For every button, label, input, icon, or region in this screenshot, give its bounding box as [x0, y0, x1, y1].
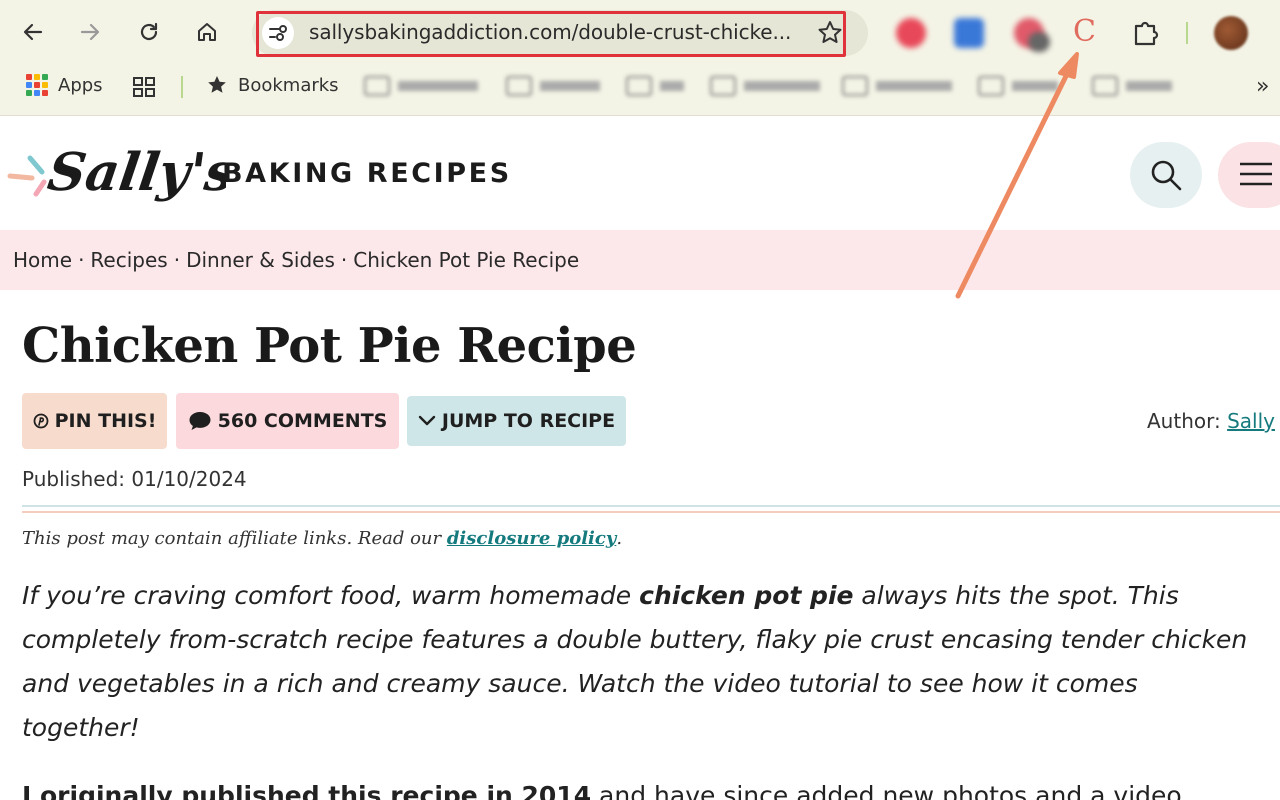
logo-wordmark[interactable]: BAKING RECIPES — [222, 158, 512, 189]
folder-icon — [842, 76, 868, 96]
bookmarks-overflow-icon[interactable]: » — [1256, 74, 1269, 99]
tab-groups-icon[interactable] — [132, 76, 156, 98]
bookmark-folder[interactable] — [710, 76, 820, 96]
para2-text: and have since added new photos and a vi… — [599, 781, 1182, 800]
toolbar-divider — [1186, 22, 1188, 44]
breadcrumb-home[interactable]: Home — [13, 248, 72, 272]
comments-label: 560 COMMENTS — [217, 410, 388, 432]
breadcrumb-recipes[interactable]: Recipes — [90, 248, 167, 272]
back-icon[interactable] — [15, 14, 51, 50]
reload-icon[interactable] — [131, 14, 167, 50]
comments-button[interactable]: 560 COMMENTS — [176, 393, 399, 449]
bookmarks-label: Bookmarks — [238, 74, 339, 96]
site-search-button[interactable] — [1130, 142, 1202, 208]
author-line: Author: Sally — [1147, 409, 1275, 433]
forward-icon[interactable] — [72, 14, 108, 50]
home-icon[interactable] — [189, 14, 225, 50]
chevron-down-icon — [418, 415, 436, 426]
bookmark-bookmarks[interactable]: Bookmarks — [206, 74, 339, 96]
intro-paragraph: If you’re craving comfort food, warm hom… — [22, 574, 1258, 750]
divider — [22, 505, 1280, 507]
disclosure-policy-link[interactable]: disclosure policy — [447, 528, 616, 549]
apps-label: Apps — [58, 74, 103, 96]
published-date: Published: 01/10/2024 — [22, 467, 247, 491]
extension-icon[interactable] — [954, 18, 984, 48]
pinterest-icon — [33, 413, 48, 429]
author-link[interactable]: Sally — [1227, 409, 1275, 433]
bookmark-folder[interactable] — [842, 76, 952, 96]
folder-icon — [978, 76, 1004, 96]
extension-c-icon[interactable]: C — [1073, 14, 1096, 49]
breadcrumb-separator: · — [340, 248, 348, 272]
intro-bold-text: chicken pot pie — [639, 581, 854, 610]
bookmark-folder[interactable] — [626, 76, 684, 96]
affiliate-disclosure: This post may contain affiliate links. R… — [22, 528, 622, 549]
url-highlight-box — [256, 11, 846, 57]
hamburger-icon — [1240, 162, 1272, 186]
extension-icon[interactable] — [1028, 32, 1050, 52]
comment-icon — [189, 412, 211, 430]
bookmarks-divider — [181, 76, 183, 98]
pin-this-button[interactable]: PIN THIS! — [22, 393, 167, 449]
site-logo[interactable]: Sally's — [6, 132, 226, 222]
extension-icon[interactable] — [896, 18, 926, 48]
folder-icon — [506, 76, 532, 96]
search-icon — [1151, 160, 1182, 191]
bookmark-folder[interactable] — [1092, 76, 1172, 96]
intro-text-1: If you’re craving comfort food, warm hom… — [22, 581, 632, 610]
para2-bold-text: I originally published this recipe in 20… — [22, 781, 592, 800]
folder-icon — [1092, 76, 1118, 96]
disclosure-text: This post may contain affiliate links. R… — [22, 528, 442, 549]
folder-icon — [710, 76, 736, 96]
profile-avatar[interactable] — [1214, 16, 1248, 50]
extensions-puzzle-icon[interactable] — [1130, 16, 1162, 48]
jump-to-recipe-label: JUMP TO RECIPE — [441, 410, 616, 432]
folder-icon — [626, 76, 652, 96]
apps-grid-icon — [26, 74, 48, 96]
breadcrumb-separator: · — [173, 248, 181, 272]
star-filled-icon — [208, 76, 226, 93]
bookmark-star-icon[interactable] — [815, 18, 845, 48]
breadcrumb-current: Chicken Pot Pie Recipe — [353, 248, 580, 272]
page-title: Chicken Pot Pie Recipe — [22, 318, 637, 374]
breadcrumb-separator: · — [78, 248, 85, 272]
bookmark-folder[interactable] — [978, 76, 1058, 96]
author-prefix: Author: — [1147, 409, 1221, 433]
bookmark-apps[interactable]: Apps — [26, 74, 103, 96]
disclosure-suffix: . — [616, 528, 623, 549]
body-paragraph: I originally published this recipe in 20… — [22, 774, 1258, 800]
bookmark-folder[interactable] — [506, 76, 600, 96]
jump-to-recipe-button[interactable]: JUMP TO RECIPE — [407, 396, 626, 446]
breadcrumb-dinner-sides[interactable]: Dinner & Sides — [186, 248, 335, 272]
folder-icon — [364, 76, 390, 96]
pin-this-label: PIN THIS! — [54, 410, 157, 432]
divider — [22, 511, 1280, 513]
bookmark-folder[interactable] — [364, 76, 478, 96]
breadcrumb: Home · Recipes · Dinner & Sides · Chicken Pot … — [13, 248, 579, 272]
logo-script-text: Sally's — [44, 142, 226, 203]
